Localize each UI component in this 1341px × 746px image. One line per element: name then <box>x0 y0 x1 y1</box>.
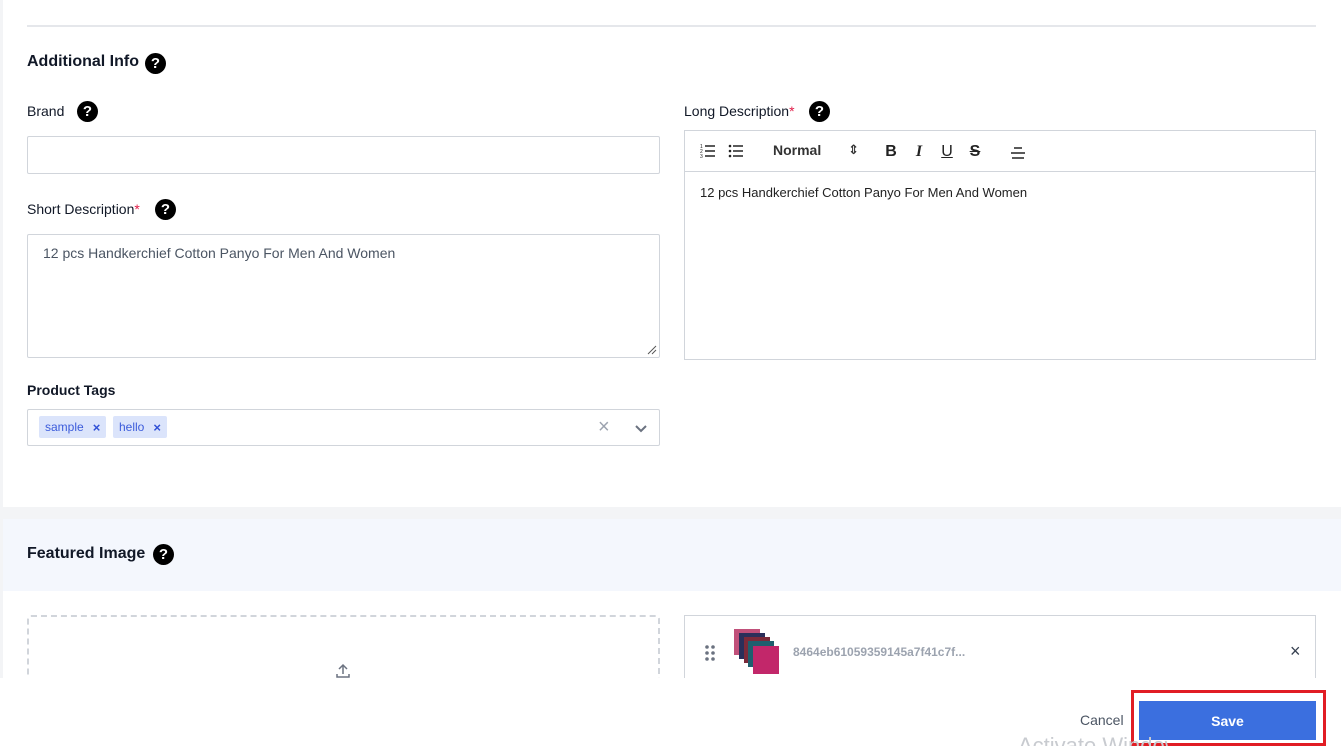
tag-remove-icon[interactable]: × <box>93 420 101 435</box>
clear-icon[interactable]: × <box>598 416 610 439</box>
long-description-editor[interactable]: 12 pcs Handkerchief Cotton Panyo For Men… <box>684 172 1316 360</box>
activate-windows-watermark: Activate Windows <box>1018 733 1168 746</box>
required-mark: * <box>789 103 795 119</box>
additional-info-help-icon[interactable]: ? <box>145 53 166 74</box>
strikethrough-button[interactable]: S <box>965 142 985 162</box>
short-description-textarea[interactable]: 12 pcs Handkerchief Cotton Panyo For Men… <box>27 234 660 358</box>
required-mark: * <box>134 201 140 217</box>
long-description-content: 12 pcs Handkerchief Cotton Panyo For Men… <box>700 185 1028 200</box>
bold-button[interactable]: B <box>881 142 901 162</box>
featured-image-title: Featured Image <box>27 545 146 562</box>
format-select-value: Normal <box>773 142 822 158</box>
upload-icon <box>336 663 350 678</box>
resize-handle-icon[interactable] <box>647 345 657 355</box>
long-description-label: Long Description* <box>684 103 795 119</box>
remove-file-icon[interactable]: × <box>1290 641 1301 662</box>
short-description-help-icon[interactable]: ? <box>155 199 176 220</box>
featured-image-help-icon[interactable]: ? <box>153 544 174 565</box>
image-dropzone[interactable] <box>27 615 660 685</box>
brand-help-icon[interactable]: ? <box>77 101 98 122</box>
italic-button[interactable]: I <box>909 142 929 162</box>
section-divider <box>27 25 1316 27</box>
image-thumbnail <box>734 629 779 674</box>
short-description-label: Short Description* <box>27 201 140 217</box>
short-description-label-text: Short Description <box>27 201 135 217</box>
align-icon[interactable] <box>1011 145 1025 159</box>
long-description-label-text: Long Description <box>684 103 790 119</box>
sort-arrows-icon: ⇕ <box>848 142 859 157</box>
tag-chip: sample × <box>39 416 107 438</box>
additional-info-title: Additional Info <box>27 53 139 70</box>
tag-label: sample <box>45 420 84 434</box>
cancel-button[interactable]: Cancel <box>1080 712 1124 728</box>
bullet-list-icon[interactable] <box>728 143 744 159</box>
svg-text:3: 3 <box>700 154 703 159</box>
tag-label: hello <box>119 420 145 434</box>
long-description-help-icon[interactable]: ? <box>809 101 830 122</box>
editor-toolbar: 1 2 3 Normal ⇕ B I U S <box>684 130 1316 172</box>
tag-remove-icon[interactable]: × <box>153 420 161 435</box>
format-select[interactable]: Normal ⇕ <box>773 142 859 160</box>
brand-label: Brand <box>27 103 65 119</box>
underline-button[interactable]: U <box>937 142 957 162</box>
chevron-down-icon[interactable] <box>634 424 648 433</box>
uploaded-file-row: 8464eb61059359145a7f41c7f... × <box>684 615 1316 685</box>
short-description-value: 12 pcs Handkerchief Cotton Panyo For Men… <box>43 245 396 261</box>
ordered-list-icon[interactable]: 1 2 3 <box>700 143 716 159</box>
drag-handle-icon[interactable] <box>704 644 716 662</box>
file-name: 8464eb61059359145a7f41c7f... <box>793 645 966 659</box>
tag-chip: hello × <box>113 416 167 438</box>
product-tags-label: Product Tags <box>27 382 116 398</box>
brand-input[interactable] <box>27 136 660 174</box>
featured-image-header <box>3 519 1341 591</box>
product-tags-select[interactable]: sample × hello × × <box>27 409 660 446</box>
